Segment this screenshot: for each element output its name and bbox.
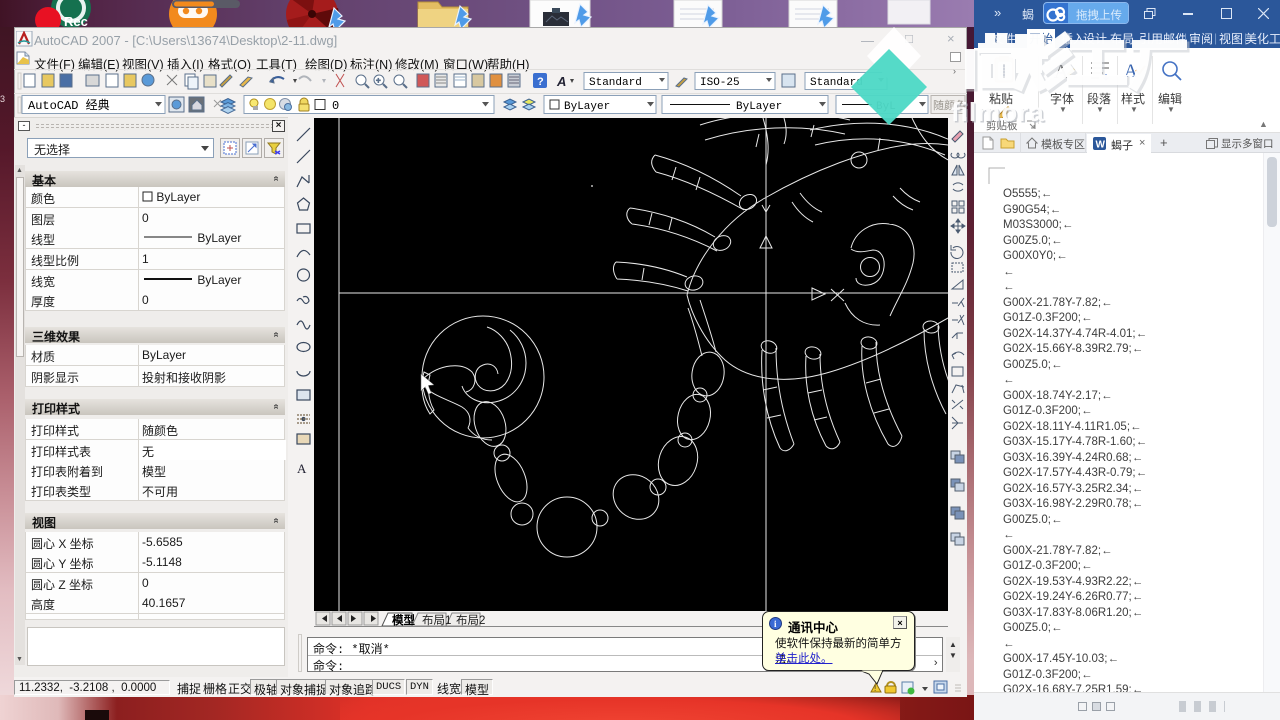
svg-text:filmora: filmora [951,97,1045,127]
